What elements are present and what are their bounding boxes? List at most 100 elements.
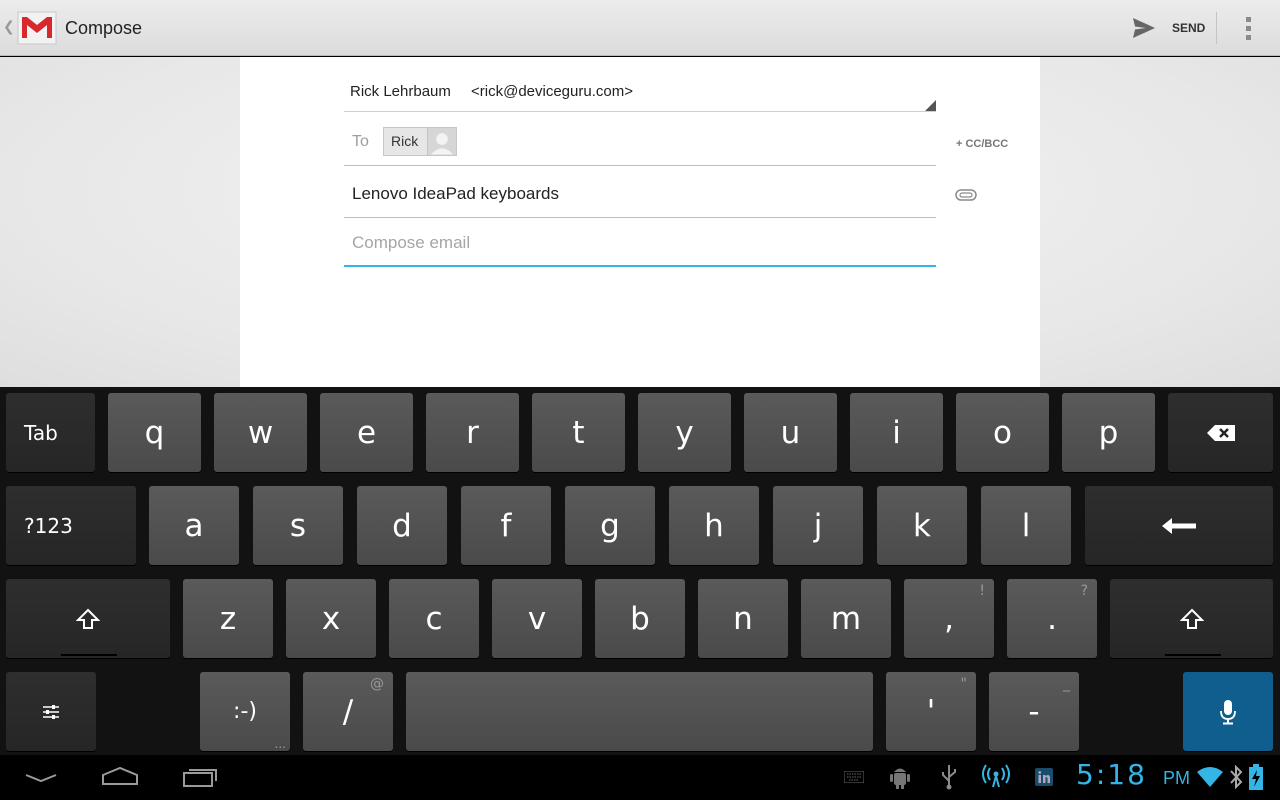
from-account-selector[interactable]: Rick Lehrbaum <rick@deviceguru.com> — [344, 70, 936, 112]
key-dash[interactable]: - _ — [989, 672, 1079, 751]
key-apostrophe[interactable]: ' " — [886, 672, 976, 751]
recipient-chip-name: Rick — [391, 133, 419, 149]
key-space[interactable] — [406, 672, 873, 751]
subject-field[interactable]: Lenovo IdeaPad keyboards — [344, 172, 936, 218]
key-hint: ! — [979, 583, 985, 599]
key-voice-input[interactable] — [1183, 672, 1273, 751]
to-label: To — [352, 133, 369, 150]
key-hint: ... — [274, 737, 286, 751]
gmail-icon[interactable] — [16, 8, 58, 48]
subject-text: Lenovo IdeaPad keyboards — [352, 184, 559, 203]
page-title: Compose — [65, 18, 143, 38]
key-settings[interactable] — [6, 672, 96, 751]
action-bar: ❮ Compose SEND — [0, 0, 1280, 56]
spinner-triangle-icon — [925, 100, 936, 111]
shift-indicator — [61, 654, 117, 656]
attachment-icon[interactable] — [954, 188, 978, 202]
key-r[interactable]: r — [426, 393, 519, 472]
clock-time: 5:18 — [1076, 758, 1147, 791]
mic-icon — [1220, 699, 1236, 724]
clock-ampm: PM — [1163, 768, 1190, 788]
key-hint: ? — [1080, 583, 1088, 599]
key-symbols[interactable]: ?123 — [6, 486, 136, 565]
keyboard-icon — [844, 771, 864, 783]
key-i[interactable]: i — [850, 393, 943, 472]
key-label: Tab — [24, 420, 58, 445]
soft-keyboard: Tab q w e r t y u i o p ?123 a s d f g h… — [0, 387, 1280, 755]
key-a[interactable]: a — [149, 486, 239, 565]
from-name: Rick Lehrbaum — [350, 83, 451, 100]
compose-body-placeholder: Compose email — [352, 233, 471, 252]
key-tab[interactable]: Tab — [6, 393, 95, 472]
key-l[interactable]: l — [981, 486, 1071, 565]
key-o[interactable]: o — [956, 393, 1049, 472]
linkedin-icon — [1035, 768, 1053, 786]
key-smiley[interactable]: :-) ... — [200, 672, 290, 751]
enter-icon — [1162, 517, 1196, 534]
backspace-icon — [1206, 424, 1235, 441]
key-n[interactable]: n — [698, 579, 788, 658]
key-p[interactable]: p — [1062, 393, 1155, 472]
settings-icon — [43, 704, 59, 719]
key-d[interactable]: d — [357, 486, 447, 565]
key-label: - — [1028, 693, 1040, 730]
key-k[interactable]: k — [877, 486, 967, 565]
recipient-chip[interactable]: Rick — [383, 127, 457, 156]
from-email: <rick@deviceguru.com> — [471, 83, 633, 100]
system-bar: 5:18 PM — [0, 755, 1280, 800]
key-enter[interactable] — [1085, 486, 1273, 565]
key-t[interactable]: t — [532, 393, 625, 472]
home-icon[interactable] — [101, 766, 139, 786]
to-field[interactable]: To Rick — [344, 120, 936, 166]
action-bar-divider — [1216, 12, 1217, 44]
hotspot-icon — [982, 764, 1010, 788]
key-shift-left[interactable] — [6, 579, 170, 658]
shift-icon — [1179, 608, 1204, 629]
overflow-menu-icon[interactable] — [1232, 10, 1264, 46]
key-hint: _ — [1063, 676, 1070, 692]
key-comma[interactable]: , ! — [904, 579, 994, 658]
key-slash[interactable]: / @ — [303, 672, 393, 751]
battery-icon — [1249, 764, 1263, 790]
send-button[interactable]: SEND — [1122, 6, 1212, 50]
cc-bcc-button[interactable]: + CC/BCC — [956, 138, 1008, 150]
key-backspace[interactable] — [1168, 393, 1273, 472]
key-label: / — [342, 693, 354, 730]
key-label: ' — [926, 693, 936, 730]
key-e[interactable]: e — [320, 393, 413, 472]
key-q[interactable]: q — [108, 393, 201, 472]
key-label: :-) — [233, 699, 257, 724]
wifi-icon — [1197, 767, 1223, 787]
key-label: . — [1047, 600, 1057, 637]
key-hint: " — [960, 676, 967, 692]
send-label: SEND — [1172, 21, 1206, 35]
compose-body-field[interactable]: Compose email — [344, 222, 936, 267]
shift-indicator — [1165, 654, 1221, 656]
key-y[interactable]: y — [638, 393, 731, 472]
shift-icon — [76, 608, 100, 629]
key-x[interactable]: x — [286, 579, 376, 658]
key-shift-right[interactable] — [1110, 579, 1273, 658]
key-w[interactable]: w — [214, 393, 307, 472]
usb-icon — [942, 765, 956, 790]
back-icon[interactable] — [24, 769, 58, 785]
up-caret-icon[interactable]: ❮ — [3, 18, 15, 35]
key-g[interactable]: g — [565, 486, 655, 565]
key-h[interactable]: h — [669, 486, 759, 565]
recent-apps-icon[interactable] — [182, 766, 220, 788]
key-hint: @ — [370, 676, 384, 692]
key-m[interactable]: m — [801, 579, 891, 658]
key-period[interactable]: . ? — [1007, 579, 1097, 658]
key-z[interactable]: z — [183, 579, 273, 658]
key-f[interactable]: f — [461, 486, 551, 565]
key-label: , — [944, 600, 954, 637]
key-c[interactable]: c — [389, 579, 479, 658]
key-v[interactable]: v — [492, 579, 582, 658]
key-s[interactable]: s — [253, 486, 343, 565]
key-b[interactable]: b — [595, 579, 685, 658]
key-u[interactable]: u — [744, 393, 837, 472]
bluetooth-icon — [1230, 765, 1243, 789]
key-j[interactable]: j — [773, 486, 863, 565]
key-label: ?123 — [24, 513, 73, 538]
contact-avatar-icon — [427, 128, 456, 155]
